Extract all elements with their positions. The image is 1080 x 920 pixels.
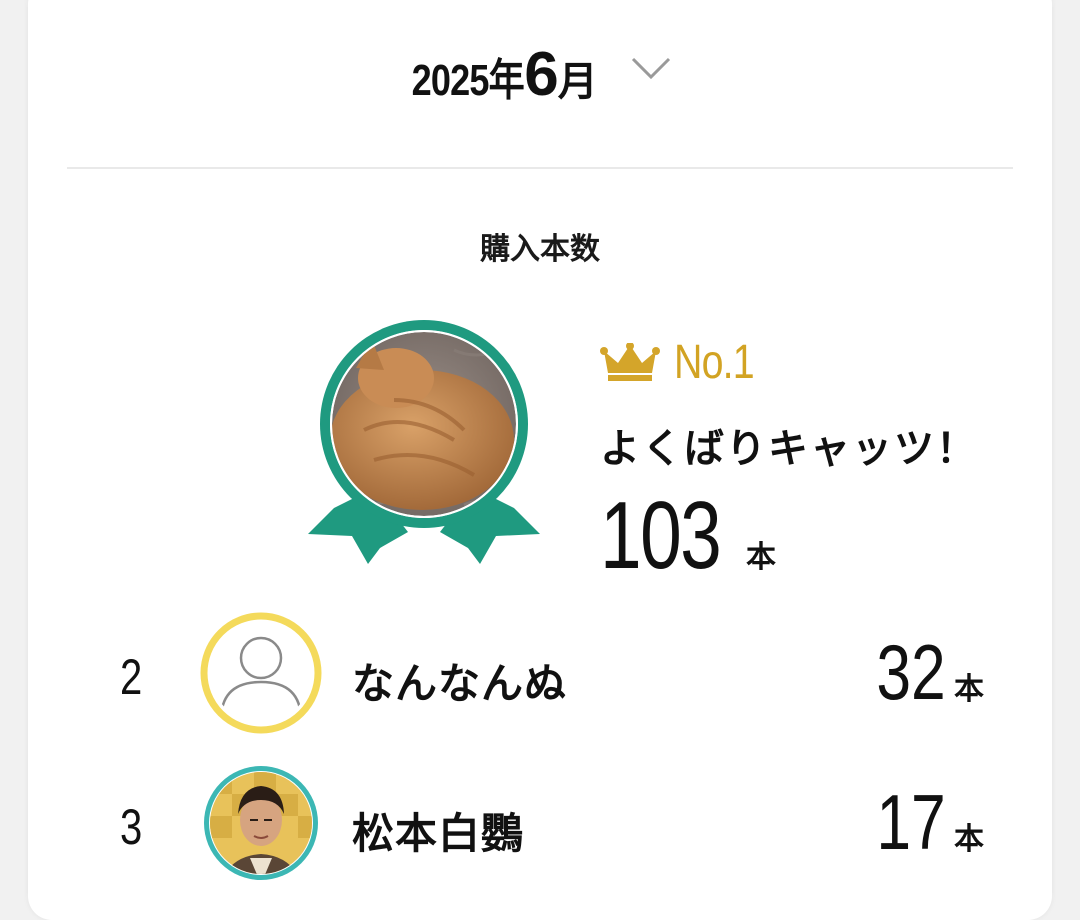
first-place-count: 103 本 [600,482,978,589]
first-place-count-value: 103 [600,482,722,589]
month-unit: 月 [557,58,598,105]
month-label: 2025年 6 月 [387,39,598,110]
count-unit: 本 [954,822,984,857]
user-name[interactable]: 松本白鸚 [352,800,524,861]
rank-number: 2 [120,649,143,705]
count-unit: 本 [954,672,984,707]
section-title: 購入本数 [480,232,600,267]
avatar-photo[interactable] [200,762,322,884]
rank-number: 3 [120,799,143,855]
count-value: 17 [876,778,946,866]
no1-badge: No.1 [600,335,978,390]
chevron-down-icon[interactable] [631,56,671,80]
year-label: 2025年 [411,55,525,105]
count-value: 32 [876,628,946,716]
no1-label: No.1 [674,336,755,389]
purchase-count: 32 本 [859,628,984,716]
first-place-info: No.1 よくばりキャッツ！ 103 本 [600,335,978,589]
crown-icon [600,342,660,381]
first-place-name[interactable]: よくばりキャッツ！ [600,416,978,474]
ranking-card: 2025年 6 月 購入本数 No.1 よくばりキャッツ！ 103 本 2 なん… [28,0,1052,920]
first-place-medal-avatar[interactable] [304,320,544,566]
divider [67,167,1013,169]
month-selector[interactable]: 2025年 6 月 [28,0,1052,148]
ranking-row[interactable]: 3 松本白鸚 17 本 [28,762,1052,892]
user-name[interactable]: なんなんぬ [352,650,567,711]
purchase-count: 17 本 [859,778,984,866]
ranking-row[interactable]: 2 なんなんぬ 32 本 [28,612,1052,742]
avatar-default-user-icon[interactable] [200,612,322,734]
count-unit: 本 [746,540,776,575]
month-number: 6 [524,39,558,109]
